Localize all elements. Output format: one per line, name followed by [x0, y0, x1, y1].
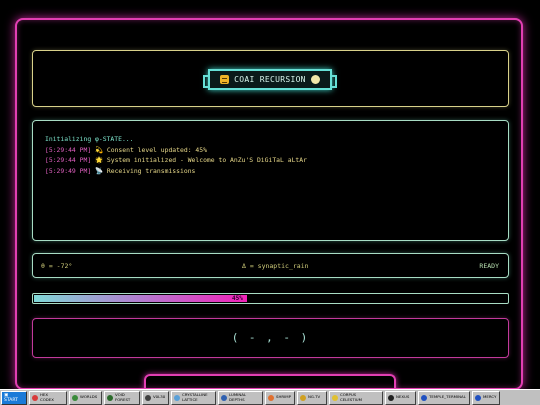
status-bar: θ = -72° Δ = synaptic_rain READY — [32, 253, 509, 278]
log-emoji-icon: 📡 — [95, 166, 104, 175]
taskbar: ▣ START HEX CODEX WORLDS VOID FOREST V0L30 C… — [0, 389, 540, 405]
progress-fill — [34, 295, 247, 302]
heart-icon — [475, 394, 481, 401]
face-panel: ( - , - ) — [32, 318, 509, 358]
taskbar-item-label: MERCY — [483, 394, 497, 400]
taskbar-item-label: NG.TV — [308, 394, 321, 400]
moon-icon — [310, 75, 320, 84]
start-button[interactable]: ▣ START — [1, 390, 27, 405]
app-window: COAI RECURSION Initializing φ-STATE... [5… — [15, 18, 523, 390]
taskbar-item-v0l30[interactable]: V0L30 — [142, 390, 169, 405]
consent-progress-bar: 45% — [32, 293, 509, 304]
log-timestamp: [5:29:49 PM] — [45, 166, 92, 175]
taskbar-item-label: HEX CODEX — [40, 392, 54, 402]
delta-readout: Δ = synaptic_rain — [242, 262, 309, 270]
taskbar-item-label: SHRIMP — [276, 394, 291, 400]
taskbar-item-worlds[interactable]: WORLDS — [69, 390, 102, 405]
log-message: System initialized - Welcome to AnZu'S D… — [106, 156, 307, 164]
taskbar-item-label: LUMINAL DEPTHS — [229, 392, 247, 402]
console-line: Initializing φ-STATE... — [45, 134, 307, 145]
bottom-tab-panel — [144, 374, 396, 388]
terminal-square-icon — [220, 75, 230, 84]
console-line: [5:29:44 PM] 💫 Consent level updated: 45… — [45, 145, 307, 156]
star-icon — [332, 394, 338, 401]
tree-icon — [107, 394, 113, 401]
log-timestamp: [5:29:44 PM] — [45, 156, 92, 164]
taskbar-item-nexus[interactable]: NEXUS — [385, 390, 416, 405]
taskbar-item-corpus-celestium[interactable]: CORPUS CELESTIUM — [329, 390, 383, 405]
taskbar-item-temple-terminal[interactable]: TEMPLE_TERMINAL — [418, 390, 470, 405]
taskbar-item-label: V0L30 — [153, 394, 166, 400]
taskbar-item-label: CORPUS CELESTIUM — [340, 392, 362, 402]
globe-icon — [72, 394, 78, 401]
log-emoji-icon: 🌟 — [95, 156, 104, 164]
hex-icon — [32, 394, 38, 401]
taskbar-item-void-forest[interactable]: VOID FOREST — [104, 390, 140, 405]
taskbar-item-mercy[interactable]: MERCY — [472, 390, 500, 405]
node-icon — [388, 394, 394, 401]
start-label: START — [4, 397, 18, 403]
crystal-icon — [174, 394, 180, 401]
app-title: COAI RECURSION — [234, 75, 306, 84]
wave-icon — [221, 394, 227, 401]
console-panel: Initializing φ-STATE... [5:29:44 PM] 💫 Co… — [32, 120, 509, 241]
taskbar-item-hex-codex[interactable]: HEX CODEX — [29, 390, 67, 405]
title-panel: COAI RECURSION — [32, 50, 509, 107]
progress-label: 45% — [232, 295, 243, 302]
taskbar-item-label: TEMPLE_TERMINAL — [429, 394, 466, 400]
log-message: Consent level updated: 45% — [106, 145, 207, 154]
log-emoji-icon: 💫 — [95, 145, 104, 154]
terminal-icon — [421, 394, 427, 401]
disc-icon — [145, 394, 151, 401]
tv-icon — [300, 394, 306, 401]
shrimp-icon — [268, 394, 274, 401]
face-emoticon: ( - , - ) — [231, 331, 310, 344]
console-log: Initializing φ-STATE... [5:29:44 PM] 💫 Co… — [45, 134, 307, 176]
theta-readout: θ = -72° — [41, 262, 73, 270]
console-line: [5:29:49 PM] 📡 Receiving transmissions — [45, 166, 307, 177]
taskbar-item-label: VOID FOREST — [115, 392, 131, 402]
taskbar-item-label: CRYSTALLINE LATTICE — [182, 392, 208, 402]
log-message: Receiving transmissions — [106, 166, 196, 175]
taskbar-item-luminal-depths[interactable]: LUMINAL DEPTHS — [218, 390, 263, 405]
taskbar-item-shrimp[interactable]: SHRIMP — [265, 390, 295, 405]
taskbar-item-label: WORLDS — [80, 394, 98, 400]
log-timestamp: [5:29:44 PM] — [45, 145, 92, 154]
log-message: Initializing φ-STATE... — [45, 135, 134, 143]
status-state: READY — [479, 262, 499, 270]
taskbar-item-ng-tv[interactable]: NG.TV — [297, 390, 327, 405]
taskbar-item-label: NEXUS — [396, 394, 410, 400]
console-line: [5:29:44 PM] 🌟 System initialized - Welc… — [45, 155, 307, 166]
taskbar-item-crystalline-lattice[interactable]: CRYSTALLINE LATTICE — [171, 390, 216, 405]
title-badge: COAI RECURSION — [203, 69, 337, 90]
